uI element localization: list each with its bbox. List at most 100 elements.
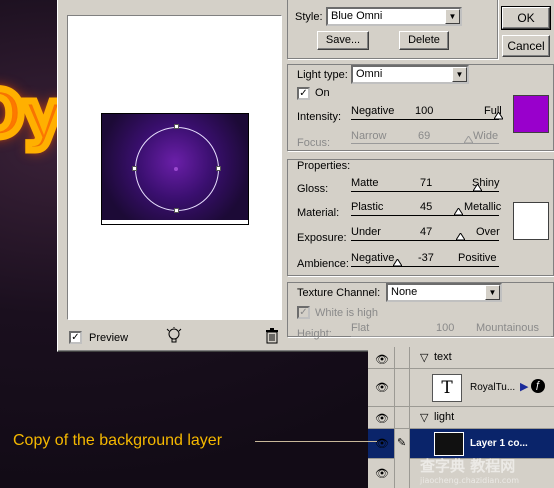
layer-row-text-folder[interactable]: 👁 ▽ text [368,347,554,369]
focus-value: 69 [418,130,431,142]
layer-row-light-folder[interactable]: 👁 ▽ light [368,407,554,429]
chevron-down-icon: ▼ [445,9,460,24]
chevron-down-icon[interactable]: ▽ [420,411,428,424]
layer-name: Layer 1 co... [470,438,528,449]
ambience-thumb[interactable] [393,259,402,267]
gloss-thumb[interactable] [473,184,482,192]
eye-icon[interactable]: 👁 [374,437,390,451]
light-handle-top[interactable] [174,124,179,129]
preview-label: Preview [89,332,129,344]
light-handle-right[interactable] [216,166,221,171]
fx-icon[interactable]: ƒ [531,379,545,393]
light-type-select[interactable]: Omni ▼ [351,65,469,84]
chevron-down-icon[interactable]: ▽ [420,351,428,364]
exposure-thumb[interactable] [456,233,465,241]
exposure-label: Exposure: [297,232,347,244]
material-slider[interactable] [351,215,499,216]
brush-cell[interactable]: ✎ [394,429,410,459]
glow-letters: Oy [0,75,68,156]
eye-icon[interactable]: 👁 [374,467,390,481]
material-label: Material: [297,207,340,219]
focus-thumb[interactable] [464,136,473,144]
light-handle-bottom[interactable] [174,208,179,213]
eye-icon[interactable]: 👁 [374,381,390,395]
link-cell[interactable] [394,407,410,429]
link-cell[interactable] [394,347,410,369]
style-select[interactable]: Blue Omni ▼ [326,7,462,26]
intensity-value: 100 [415,105,434,117]
gloss-value: 71 [420,177,433,189]
triangle-right-icon[interactable]: ▶ [520,380,528,393]
height-slider[interactable] [351,336,551,337]
light-type-value: Omni [356,68,383,80]
eye-icon[interactable]: 👁 [374,353,390,367]
exposure-left: Under [351,226,381,238]
light-handle-left[interactable] [132,166,137,171]
lighting-effects-dialog: Style: Blue Omni ▼ Save... Delete OK Can… [57,0,554,352]
light-center[interactable] [174,167,178,171]
chevron-down-icon: ▼ [452,67,467,82]
style-value: Blue Omni [331,10,383,22]
focus-slider[interactable] [351,143,499,144]
ok-button[interactable]: OK [501,6,551,30]
chevron-down-icon: ▼ [485,285,500,300]
exposure-value: 47 [420,226,433,238]
preview-image [101,113,249,225]
intensity-color-swatch[interactable] [513,95,549,133]
save-button[interactable]: Save... [317,31,369,50]
style-label: Style: [295,11,323,23]
intensity-thumb[interactable] [494,112,503,120]
watermark: 查字典 教程网 [420,457,516,475]
on-checkbox[interactable]: ✓ [297,87,310,100]
intensity-label: Intensity: [297,111,342,123]
height-label: Height: [297,328,332,340]
layer-name: RoyalTu... [470,382,516,393]
properties-label: Properties: [297,160,351,172]
link-cell[interactable] [394,369,410,407]
cancel-button[interactable]: Cancel [502,35,550,57]
intensity-slider[interactable] [351,119,499,120]
eye-icon[interactable]: 👁 [374,412,390,426]
material-left: Plastic [351,201,384,213]
texture-channel-value: None [391,286,418,298]
material-right: Metallic [464,201,502,213]
watermark-url: jiaocheng.chazidian.com [420,476,520,485]
intensity-left: Negative [351,105,395,117]
height-left: Flat [351,322,370,334]
focus-right: Wide [473,130,499,142]
trash-icon[interactable] [265,328,279,344]
ambience-left: Negative [351,252,395,264]
text-layer-thumbnail: T [432,374,462,402]
on-label: On [315,87,330,99]
gloss-left: Matte [351,177,379,189]
layer-thumbnail [434,432,464,456]
link-cell[interactable] [394,459,410,488]
white-is-high-checkbox[interactable]: ✓ [297,306,310,319]
exposure-slider[interactable] [351,240,499,241]
height-right: Mountainous [476,322,539,334]
focus-left: Narrow [351,130,387,142]
properties-color-swatch[interactable] [513,202,549,240]
layer-row-royaltu[interactable]: 👁 T RoyalTu... ▶ ƒ [368,369,554,407]
texture-channel-select[interactable]: None ▼ [386,283,502,302]
light-bulb-icon[interactable] [166,327,182,345]
delete-button[interactable]: Delete [399,31,449,50]
ambience-slider[interactable] [351,266,499,267]
ambience-right: Positive [458,252,497,264]
texture-channel-label: Texture Channel: [297,287,381,299]
exposure-right: Over [476,226,500,238]
layer-name: text [434,351,452,363]
material-value: 45 [420,201,433,213]
brush-icon: ✎ [397,437,407,449]
preview-area [67,15,282,320]
preview-checkbox[interactable]: ✓ [69,331,82,344]
ambience-label: Ambience: [297,258,349,270]
material-thumb[interactable] [454,208,463,216]
annotation-text: Copy of the background layer [13,432,223,449]
gloss-label: Gloss: [297,183,329,195]
annotation-pointer-line [255,441,377,442]
layer-name: light [434,411,455,423]
light-type-label: Light type: [297,69,348,81]
white-is-high-label: White is high [315,307,378,319]
height-value: 100 [436,322,455,334]
